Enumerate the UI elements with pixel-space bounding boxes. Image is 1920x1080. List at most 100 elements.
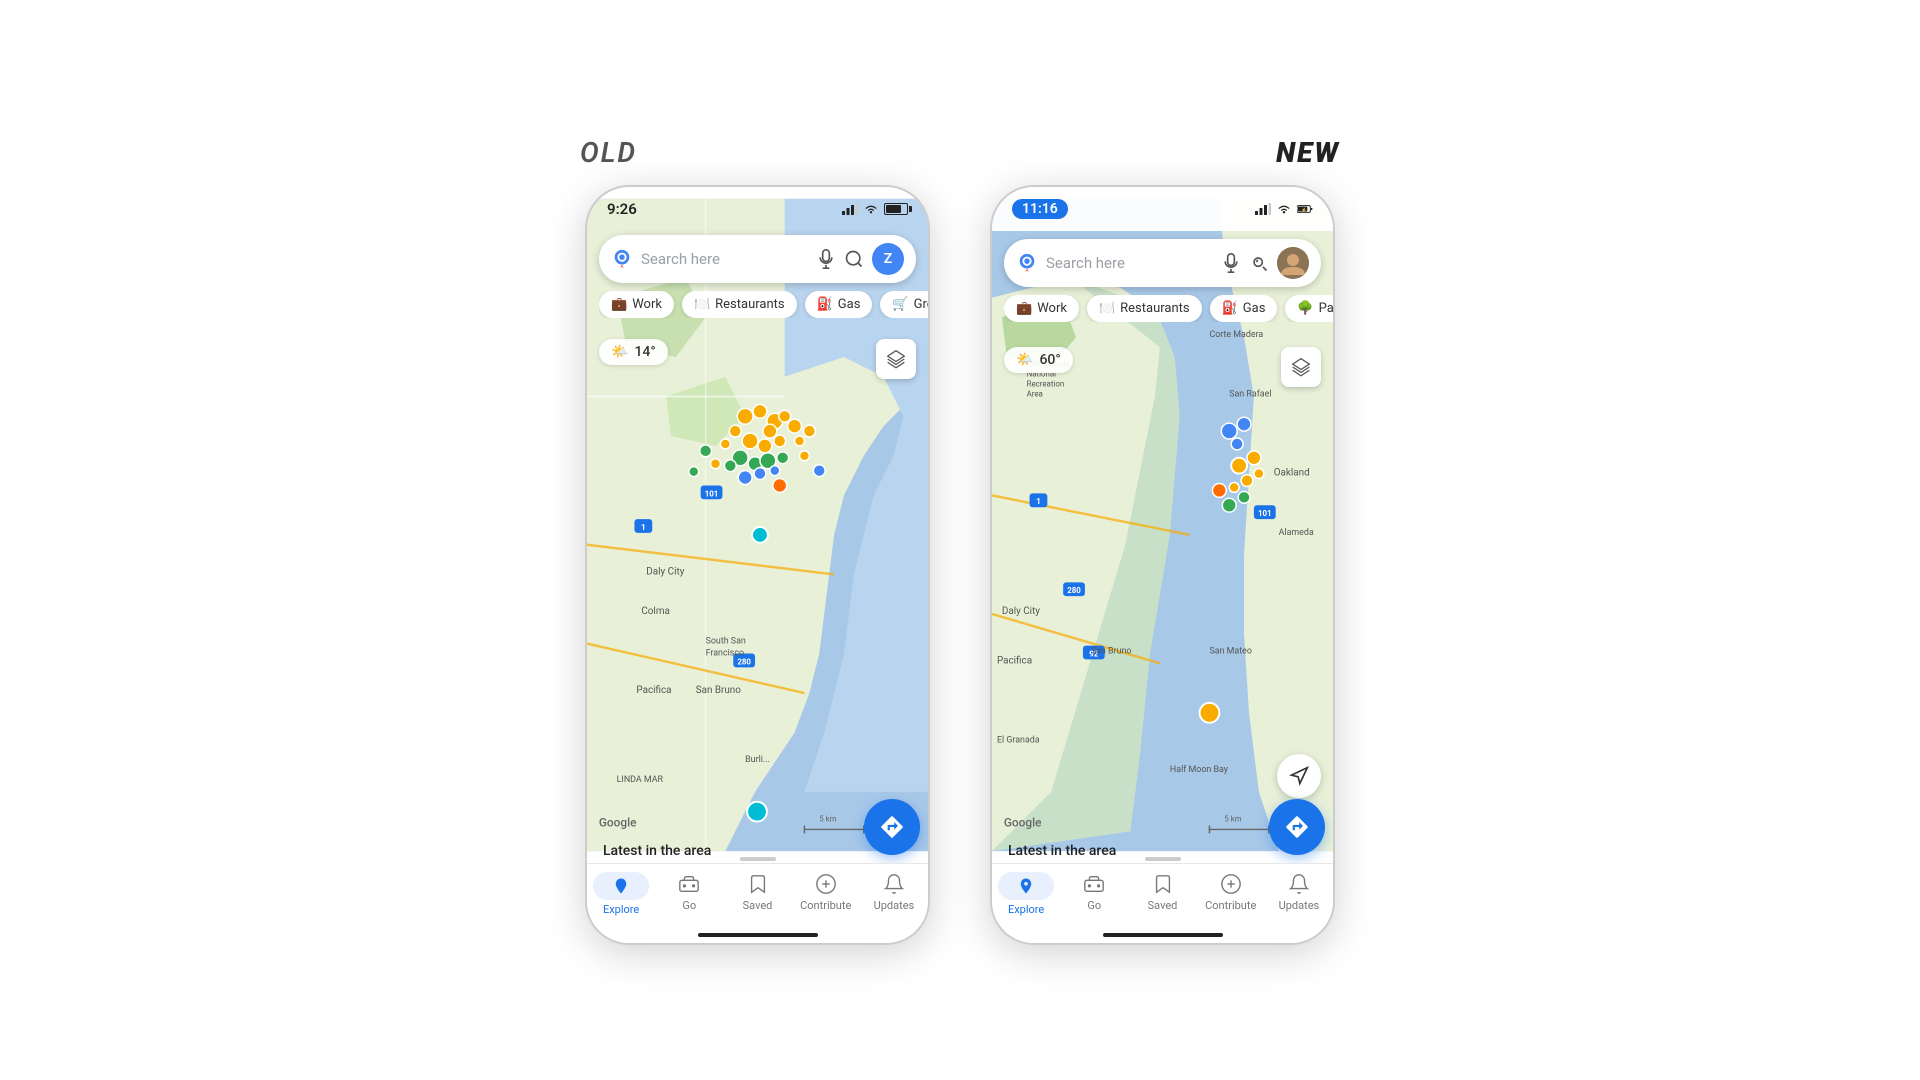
old-user-avatar[interactable]: Z (872, 243, 904, 275)
work-label: Work (632, 297, 662, 312)
new-restaurants-icon: 🍽️ (1099, 301, 1115, 316)
wifi-icon (863, 203, 879, 215)
svg-text:Recreation: Recreation (1027, 379, 1065, 388)
svg-text:280: 280 (737, 657, 751, 666)
new-weather-badge: 🌤️ 60° (1004, 347, 1073, 373)
new-parks-icon: 🌳 (1297, 301, 1313, 316)
svg-text:Area: Area (1027, 389, 1043, 398)
svg-text:Half Moon Bay: Half Moon Bay (1170, 765, 1229, 775)
svg-text:5 km: 5 km (1224, 814, 1241, 823)
old-directions-fab[interactable] (864, 799, 920, 855)
svg-text:5 km: 5 km (819, 814, 836, 823)
new-contribute-icon-svg (1220, 873, 1242, 895)
groceries-icon: 🛒 (892, 297, 908, 312)
new-directions-fab[interactable] (1269, 799, 1325, 855)
new-go-icon (1082, 872, 1106, 896)
labels-row: OLD NEW (580, 136, 1340, 169)
old-updates-label: Updates (874, 899, 915, 912)
contribute-icon-svg (815, 873, 837, 895)
svg-text:Colma: Colma (641, 605, 670, 616)
google-maps-logo (611, 248, 633, 270)
new-phone: 11:16 (990, 185, 1335, 945)
new-nav-saved[interactable]: Saved (1128, 872, 1196, 912)
svg-text:San Mateo: San Mateo (1209, 646, 1251, 656)
new-nav-explore[interactable]: Explore (992, 872, 1060, 916)
new-contribute-icon (1219, 872, 1243, 896)
old-status-icons (842, 203, 908, 215)
new-nav-updates[interactable]: Updates (1265, 872, 1333, 912)
old-nav-go[interactable]: Go (655, 872, 723, 912)
old-phone: 9:26 (585, 185, 930, 945)
new-search-placeholder: Search here (1046, 254, 1213, 272)
old-drag-handle (740, 857, 776, 861)
old-explore-label: Explore (603, 903, 639, 916)
new-nav-go[interactable]: Go (1060, 872, 1128, 912)
old-search-bar[interactable]: Search here Z (599, 235, 916, 283)
new-pill-gas[interactable]: ⛽ Gas (1210, 295, 1278, 322)
new-home-indicator (1103, 933, 1223, 937)
old-lens-icon[interactable] (844, 249, 864, 269)
new-saved-icon (1151, 872, 1175, 896)
old-status-bar: 9:26 (587, 187, 928, 231)
old-pill-groceries[interactable]: 🛒 Groceries (880, 291, 928, 318)
old-contribute-label: Contribute (800, 899, 851, 912)
new-explore-icon-circle (998, 872, 1054, 900)
new-updates-label: Updates (1279, 899, 1320, 912)
new-layers-btn[interactable] (1281, 347, 1321, 387)
old-nav-contribute[interactable]: Contribute (792, 872, 860, 912)
old-saved-label: Saved (743, 899, 773, 912)
new-search-bar-overlay[interactable]: Search here (1004, 239, 1321, 287)
old-mic-icon[interactable] (816, 249, 836, 269)
battery-icon (884, 203, 908, 215)
svg-text:1: 1 (1036, 497, 1041, 506)
new-pill-parks[interactable]: 🌳 Parks (1285, 295, 1333, 322)
go-icon-svg (678, 873, 700, 895)
new-pill-work[interactable]: 💼 Work (1004, 295, 1079, 322)
new-lens-icon[interactable] (1249, 253, 1269, 273)
old-map-area: 1 101 280 Daly City Colma South San Fran… (587, 187, 928, 863)
old-explore-icon-circle (593, 872, 649, 900)
new-pill-restaurants[interactable]: 🍽️ Restaurants (1087, 295, 1202, 322)
restaurants-label: Restaurants (715, 297, 784, 312)
new-signal-icon (1255, 203, 1271, 215)
new-nav-contribute[interactable]: Contribute (1197, 872, 1265, 912)
svg-text:101: 101 (705, 489, 719, 498)
old-go-icon (677, 872, 701, 896)
old-weather-badge: 🌤️ 14° (599, 339, 668, 365)
old-bottom-nav: Explore Go (587, 863, 928, 943)
old-search-bar-overlay[interactable]: Search here Z (599, 235, 916, 283)
old-pill-restaurants[interactable]: 🍽️ Restaurants (682, 291, 797, 318)
old-nav-saved[interactable]: Saved (723, 872, 791, 912)
new-go-label: Go (1087, 899, 1101, 912)
new-navigate-btn[interactable] (1277, 754, 1321, 798)
svg-text:Daly City: Daly City (1002, 605, 1040, 616)
old-latest-area: Latest in the area (603, 843, 711, 859)
old-pill-gas[interactable]: ⛽ Gas (805, 291, 873, 318)
new-google-maps-logo (1016, 252, 1038, 274)
svg-text:Daly City: Daly City (646, 566, 684, 577)
new-mic-icon[interactable] (1221, 253, 1241, 273)
svg-text:1: 1 (641, 522, 646, 531)
old-home-indicator (698, 933, 818, 937)
old-nav-updates[interactable]: Updates (860, 872, 928, 912)
old-label: OLD (580, 136, 637, 169)
new-time: 11:16 (1012, 199, 1068, 219)
new-restaurants-label: Restaurants (1120, 301, 1189, 316)
svg-text:South San: South San (706, 636, 746, 646)
old-layers-btn[interactable] (876, 339, 916, 379)
svg-text:Google: Google (1004, 815, 1042, 829)
new-contribute-label: Contribute (1205, 899, 1256, 912)
new-search-bar[interactable]: Search here (1004, 239, 1321, 287)
phones-container: 9:26 (585, 185, 1335, 945)
old-search-placeholder: Search here (641, 250, 808, 268)
svg-text:LINDA MAR: LINDA MAR (617, 774, 664, 784)
svg-text:El Granada: El Granada (997, 735, 1040, 745)
new-user-avatar[interactable] (1277, 247, 1309, 279)
old-pill-work[interactable]: 💼 Work (599, 291, 674, 318)
new-updates-icon (1287, 872, 1311, 896)
old-weather-icon: 🌤️ (611, 344, 628, 360)
svg-text:Corte Madera: Corte Madera (1209, 330, 1263, 340)
old-map-svg: 1 101 280 Daly City Colma South San Fran… (587, 187, 928, 863)
old-nav-explore[interactable]: Explore (587, 872, 655, 916)
new-work-icon: 💼 (1016, 301, 1032, 316)
